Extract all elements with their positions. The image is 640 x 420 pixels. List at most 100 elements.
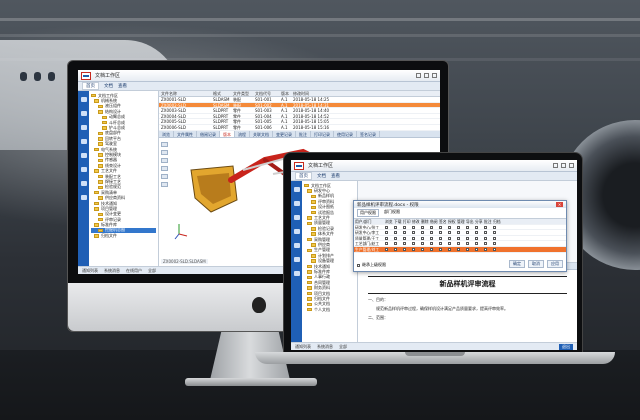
permission-checkbox[interactable] bbox=[475, 242, 478, 246]
permission-checkbox[interactable] bbox=[466, 242, 469, 246]
permission-checkbox[interactable] bbox=[448, 225, 451, 229]
tree-node[interactable]: 归档文件 bbox=[91, 233, 156, 238]
cancel-button[interactable]: 取消 bbox=[528, 260, 544, 268]
permission-checkbox[interactable] bbox=[475, 236, 478, 240]
nav-flow-icon[interactable] bbox=[80, 139, 87, 144]
permission-checkbox[interactable] bbox=[430, 242, 433, 246]
nav-message-icon[interactable] bbox=[80, 181, 87, 186]
column-header[interactable]: 文件类型 bbox=[231, 91, 253, 96]
section-icon[interactable] bbox=[161, 165, 168, 171]
permission-checkbox[interactable] bbox=[403, 247, 406, 251]
permission-checkbox[interactable] bbox=[457, 242, 460, 246]
tab-item[interactable]: 版本 bbox=[220, 130, 235, 137]
window-minimize-icon[interactable] bbox=[553, 163, 558, 168]
permission-column-header[interactable]: 管理 bbox=[456, 219, 465, 224]
nav-doc-icon[interactable] bbox=[80, 111, 87, 116]
permission-checkbox[interactable] bbox=[448, 242, 451, 246]
permission-checkbox[interactable] bbox=[466, 231, 469, 235]
nav-doc-icon[interactable] bbox=[293, 201, 300, 206]
permission-checkbox[interactable] bbox=[385, 242, 388, 246]
permission-column-header[interactable]: 归档 bbox=[492, 219, 501, 224]
apply-button[interactable]: 应用 bbox=[547, 260, 563, 268]
window-minimize-icon[interactable] bbox=[416, 73, 421, 78]
permission-checkbox[interactable] bbox=[403, 225, 406, 229]
tab-item[interactable]: 批注 bbox=[296, 130, 311, 137]
permission-checkbox[interactable] bbox=[421, 247, 424, 251]
status-all[interactable]: 全部 bbox=[339, 344, 347, 350]
permission-checkbox[interactable] bbox=[484, 242, 487, 246]
tree-node[interactable]: 个人文档 bbox=[304, 307, 355, 312]
permission-checkbox[interactable] bbox=[412, 225, 415, 229]
permission-checkbox[interactable] bbox=[430, 236, 433, 240]
status-message[interactable]: 系统消息 bbox=[104, 268, 120, 274]
permission-checkbox[interactable] bbox=[394, 225, 397, 229]
toolbar-view[interactable]: 查看 bbox=[331, 173, 340, 179]
permission-checkbox[interactable] bbox=[403, 236, 406, 240]
permission-checkbox[interactable] bbox=[484, 247, 487, 251]
permission-checkbox[interactable] bbox=[448, 247, 451, 251]
permission-checkbox[interactable] bbox=[394, 236, 397, 240]
window-close-icon[interactable] bbox=[432, 73, 437, 78]
logout-button[interactable]: 退出 bbox=[559, 343, 573, 350]
permission-checkbox[interactable] bbox=[493, 247, 496, 251]
column-header[interactable]: 版本 bbox=[279, 91, 291, 96]
permission-column-header[interactable]: 修改 bbox=[411, 219, 420, 224]
tab-item[interactable]: 使用记录 bbox=[334, 130, 357, 137]
permission-checkbox[interactable] bbox=[457, 231, 460, 235]
dialog-tab-dept[interactable]: 部门权限 bbox=[382, 209, 402, 217]
permission-checkbox[interactable] bbox=[412, 236, 415, 240]
permission-checkbox[interactable] bbox=[394, 247, 397, 251]
tab-item[interactable]: 流程 bbox=[235, 130, 250, 137]
nav-home-icon[interactable] bbox=[293, 187, 300, 192]
permission-checkbox[interactable] bbox=[493, 236, 496, 240]
permission-checkbox[interactable] bbox=[412, 247, 415, 251]
inherit-option[interactable]: 继承上级权限 bbox=[357, 262, 386, 268]
permission-checkbox[interactable] bbox=[394, 231, 397, 235]
permission-column-header[interactable]: 删除 bbox=[420, 219, 429, 224]
permission-checkbox[interactable] bbox=[466, 225, 469, 229]
toolbar-view[interactable]: 查看 bbox=[118, 83, 127, 89]
permission-checkbox[interactable] bbox=[466, 236, 469, 240]
permission-checkbox[interactable] bbox=[484, 231, 487, 235]
tab-item[interactable]: 文件属性 bbox=[174, 130, 197, 137]
nav-help-icon[interactable] bbox=[80, 195, 87, 200]
status-notice[interactable]: 通知列表 bbox=[82, 268, 98, 274]
tab-item[interactable]: 借阅记录 bbox=[197, 130, 220, 137]
toolbar-doc[interactable]: 文档 bbox=[104, 83, 113, 89]
permission-column-header[interactable]: 下载 bbox=[393, 219, 402, 224]
nav-message-icon[interactable] bbox=[293, 271, 300, 276]
tab-item[interactable]: 浏览 bbox=[159, 130, 174, 137]
dialog-tab-user[interactable]: 用户权限 bbox=[357, 209, 379, 217]
permission-checkbox[interactable] bbox=[385, 225, 388, 229]
permission-checkbox[interactable] bbox=[421, 236, 424, 240]
permission-checkbox[interactable] bbox=[439, 231, 442, 235]
nav-flow-icon[interactable] bbox=[293, 229, 300, 234]
permission-checkbox[interactable] bbox=[448, 231, 451, 235]
window-maximize-icon[interactable] bbox=[561, 163, 566, 168]
explode-icon[interactable] bbox=[161, 181, 168, 187]
toolbar-home[interactable]: 首页 bbox=[295, 172, 312, 180]
window-maximize-icon[interactable] bbox=[424, 73, 429, 78]
nav-settings-icon[interactable] bbox=[80, 167, 87, 172]
zoom-icon[interactable] bbox=[161, 141, 168, 147]
status-notice[interactable]: 通知列表 bbox=[295, 344, 311, 350]
permission-checkbox[interactable] bbox=[421, 225, 424, 229]
tab-item[interactable]: 关联文档 bbox=[250, 130, 273, 137]
column-header[interactable]: 格式 bbox=[211, 91, 231, 96]
nav-user-icon[interactable] bbox=[80, 153, 87, 158]
dialog-close-icon[interactable]: × bbox=[556, 202, 563, 207]
permission-checkbox[interactable] bbox=[403, 242, 406, 246]
permission-column-header[interactable]: 签名 bbox=[438, 219, 447, 224]
status-all[interactable]: 全部 bbox=[148, 268, 156, 274]
permission-checkbox[interactable] bbox=[466, 247, 469, 251]
measure-icon[interactable] bbox=[161, 173, 168, 179]
permission-column-header[interactable]: 分享 bbox=[474, 219, 483, 224]
permission-checkbox[interactable] bbox=[412, 231, 415, 235]
permission-checkbox[interactable] bbox=[484, 225, 487, 229]
permission-checkbox[interactable] bbox=[439, 247, 442, 251]
nav-home-icon[interactable] bbox=[80, 97, 87, 102]
permission-checkbox[interactable] bbox=[475, 247, 478, 251]
permission-checkbox[interactable] bbox=[430, 225, 433, 229]
status-online[interactable]: 在线用户 bbox=[126, 268, 142, 274]
column-header[interactable]: 文件名称 bbox=[159, 91, 211, 96]
